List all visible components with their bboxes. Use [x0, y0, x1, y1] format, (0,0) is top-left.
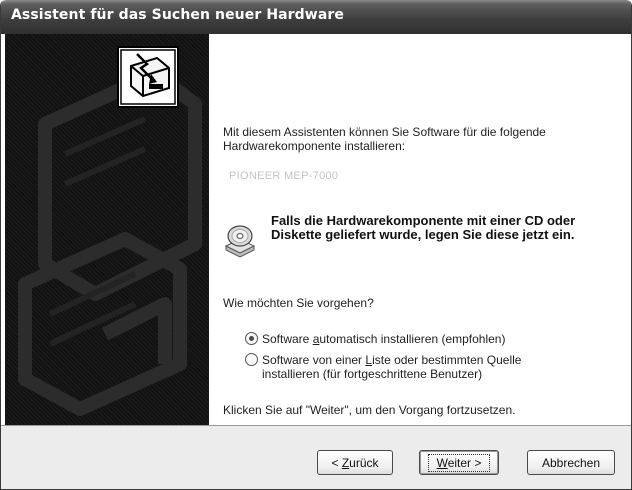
next-button[interactable]: Weiter > — [419, 450, 499, 475]
wizard-window: Assistent für das Suchen neuer Hardware — [0, 0, 632, 490]
option-automatic-label: Software automatisch installieren (empfo… — [262, 332, 506, 346]
back-button[interactable]: < Zurück — [317, 450, 393, 475]
device-name: PIONEER MEP-7000 — [229, 170, 339, 182]
radio-automatic[interactable] — [245, 332, 258, 345]
option-manual-label: Software von einer Liste oder bestimmten… — [262, 353, 522, 381]
wizard-content: Mit diesem Assistenten können Sie Softwa… — [209, 34, 629, 425]
button-bar: < Zurück Weiter > Abbrechen — [1, 425, 631, 489]
option-manual-install[interactable]: Software von einer Liste oder bestimmten… — [245, 353, 582, 381]
cancel-button[interactable]: Abbrechen — [527, 450, 615, 475]
option-automatic-install[interactable]: Software automatisch installieren (empfo… — [245, 332, 505, 346]
question-label: Wie möchten Sie vorgehen? — [223, 296, 374, 310]
window-title: Assistent für das Suchen neuer Hardware — [11, 7, 344, 23]
continue-hint: Klicken Sie auf "Weiter", um den Vorgang… — [223, 403, 516, 417]
intro-text: Mit diesem Assistenten können Sie Softwa… — [223, 125, 546, 153]
cd-disk-icon — [224, 225, 256, 258]
radio-manual[interactable] — [245, 353, 258, 366]
wizard-side-panel — [5, 34, 209, 425]
cd-insert-note: Falls die Hardwarekomponente mit einer C… — [271, 213, 576, 242]
hardware-wizard-icon — [117, 46, 179, 108]
title-bar[interactable]: Assistent für das Suchen neuer Hardware — [1, 0, 631, 34]
